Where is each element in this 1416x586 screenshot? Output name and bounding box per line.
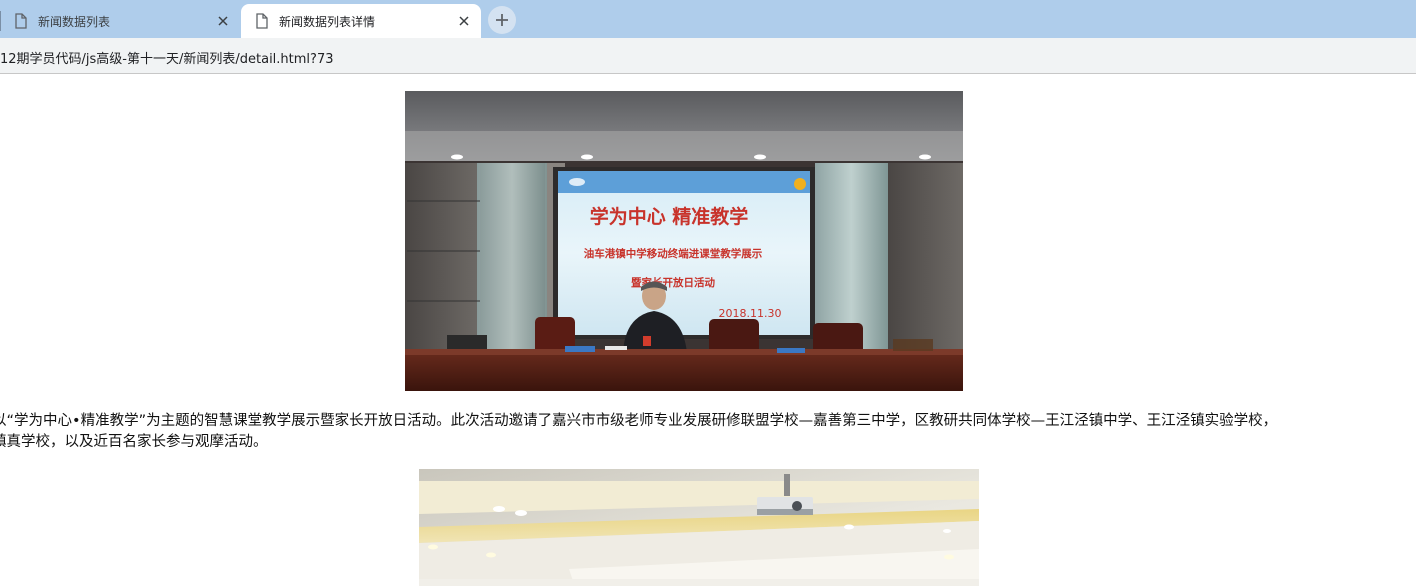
tab-news-detail[interactable]: 新闻数据列表详情 bbox=[241, 4, 481, 38]
url-text[interactable]: 12期学员代码/js高级-第十一天/新闻列表/detail.html?73 bbox=[0, 48, 333, 67]
tab-news-list[interactable]: 新闻数据列表 bbox=[0, 4, 240, 38]
tab-title: 新闻数据列表 bbox=[38, 15, 111, 29]
paragraph-line: 以“学为中心•精准教学”为主题的智慧课堂教学展示暨家长开放日活动。此次活动邀请了… bbox=[0, 413, 1278, 429]
new-tab-button[interactable] bbox=[488, 6, 516, 34]
paragraph-line: 镇真学校，以及近百名家长参与观摩活动。 bbox=[0, 434, 268, 450]
tab-title: 新闻数据列表详情 bbox=[279, 15, 376, 29]
plus-icon bbox=[496, 14, 508, 26]
article-photo-1: 学为中心 精准教学 油车港镇中学移动终端进课堂教学展示 暨家长开放日活动 201… bbox=[405, 91, 963, 391]
document-icon bbox=[256, 13, 268, 29]
tab-strip: 新闻数据列表 新闻数据列表详情 bbox=[0, 0, 1416, 38]
article-content: 学为中心 精准教学 油车港镇中学移动终端进课堂教学展示 暨家长开放日活动 201… bbox=[0, 75, 1416, 586]
document-icon bbox=[15, 13, 27, 29]
close-tab-icon[interactable] bbox=[455, 12, 473, 30]
address-bar[interactable]: 12期学员代码/js高级-第十一天/新闻列表/detail.html?73 bbox=[0, 38, 1416, 74]
article-paragraph: 以“学为中心•精准教学”为主题的智慧课堂教学展示暨家长开放日活动。此次活动邀请了… bbox=[0, 411, 1416, 453]
article-photo-2 bbox=[419, 469, 979, 586]
banner-title: 学为中心 精准教学 bbox=[590, 205, 749, 228]
banner-subtitle-1: 油车港镇中学移动终端进课堂教学展示 bbox=[584, 247, 763, 260]
close-tab-icon[interactable] bbox=[214, 12, 232, 30]
banner-date: 2018.11.30 bbox=[719, 307, 782, 320]
